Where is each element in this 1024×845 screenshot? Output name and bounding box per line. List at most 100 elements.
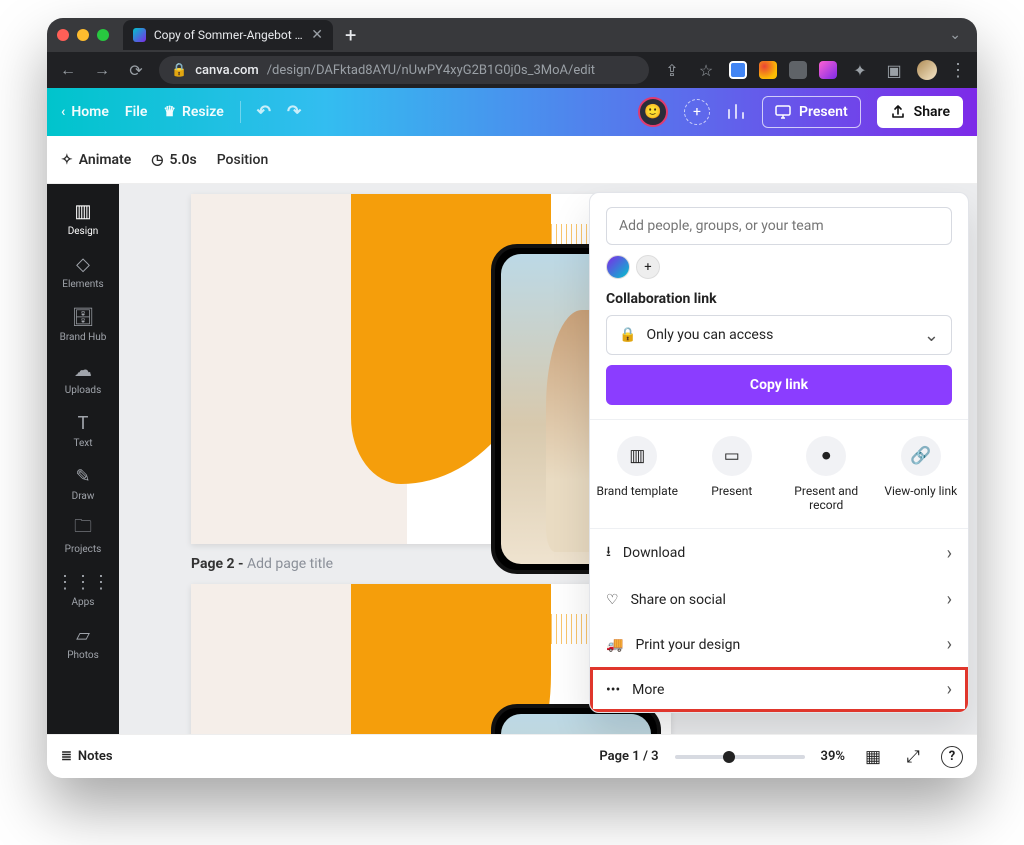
lock-icon: 🔒 [171,63,187,78]
sidebar-item-text[interactable]: TText [47,404,119,457]
extension-icon[interactable] [819,61,837,79]
grid-icon: ⋮⋮⋮ [56,571,110,593]
sidebar-item-draw[interactable]: ✎ Draw [47,457,119,510]
sidebar-item-projects[interactable]: 🗀Projects [47,510,119,563]
address-bar[interactable]: 🔒 canva.com/design/DAFktad8AYU/nUwPY4xyG… [159,56,649,84]
share-panel: + Collaboration link 🔒Only you can acces… [589,192,969,713]
sidebar-item-photos[interactable]: ▱Photos [47,616,119,669]
canvas-area[interactable]: SUM Page 2 - Add page title SOM + [119,184,977,734]
tabs-menu-icon[interactable]: ⌄ [943,27,967,43]
collaborator-avatar[interactable]: 🙂 [638,97,668,127]
extensions-menu-icon[interactable]: ✦ [849,61,871,80]
insights-button[interactable] [726,103,746,121]
new-tab-button[interactable]: + [341,23,360,47]
present-record-button[interactable]: ⏺Present and record [779,420,874,528]
browser-tab[interactable]: Copy of Sommer-Angebot (Pre ✕ [123,20,333,50]
templates-icon: ▥ [74,200,91,222]
extension-icon[interactable] [759,61,777,79]
cloud-upload-icon: ☁ [74,359,92,381]
url-host: canva.com [195,63,259,78]
minimize-window-icon[interactable] [77,29,89,41]
truck-icon: 🚚 [606,637,623,653]
fullscreen-icon[interactable]: ⤢ [901,747,925,767]
position-button[interactable]: Position [217,152,269,168]
page-2-caption[interactable]: Page 2 - Add page title [191,556,333,572]
add-person-button[interactable]: + [636,255,660,279]
image-icon: ▱ [76,624,90,646]
present-button[interactable]: Present [762,96,861,128]
resize-button[interactable]: ♛Resize [163,104,223,120]
add-collaborator-button[interactable]: + [684,99,710,125]
template-icon: ▥ [617,436,657,476]
back-icon[interactable]: ← [57,60,79,80]
extension-icon[interactable] [729,61,747,79]
pencil-icon: ✎ [75,465,90,487]
share-people-input[interactable] [606,207,952,245]
left-sidebar: ▥ Design ◇Elements 🗄 Brand Hub ☁ Uploads TT… [47,184,119,734]
duration-button[interactable]: ◷5.0s [151,152,196,168]
page-2-label-prefix: Page 2 - [191,556,247,572]
url-path: /design/DAFktad8AYU/nUwPY4xyG2B1G0j0s_3M… [267,63,595,78]
sidebar-item-brand-hub[interactable]: 🗄 Brand Hub [47,298,119,351]
sidebar-item-label: Projects [65,544,102,555]
footer-bar: ≣Notes Page 1 / 3 39% ▦ ⤢ ? [47,734,977,778]
body: ▥ Design ◇Elements 🗄 Brand Hub ☁ Uploads TT… [47,184,977,734]
share-social-row[interactable]: ♡Share on social › [590,577,968,622]
grid-view-icon[interactable]: ▦ [861,747,885,767]
briefcase-icon: 🗄 [72,306,95,328]
zoom-value[interactable]: 39% [821,749,845,764]
owner-avatar-icon[interactable] [606,255,630,279]
sidebar-item-apps[interactable]: ⋮⋮⋮Apps [47,563,119,616]
more-row[interactable]: •••More › [590,667,968,712]
zoom-slider[interactable] [675,755,805,759]
context-toolbar: ✧Animate ◷5.0s Position [47,136,977,184]
present-option-button[interactable]: ▭Present [685,420,780,528]
share-avatars: + [606,255,952,279]
notes-button[interactable]: ≣Notes [61,749,113,764]
collab-link-heading: Collaboration link [606,291,952,307]
animate-button[interactable]: ✧Animate [61,152,131,168]
text-icon: T [78,412,89,434]
redo-button[interactable]: ↷ [287,102,301,122]
tab-strip: Copy of Sommer-Angebot (Pre ✕ + ⌄ [47,18,977,52]
help-button[interactable]: ? [941,746,963,768]
page-2-title-placeholder[interactable]: Add page title [247,556,333,572]
sidebar-item-label: Draw [72,491,95,502]
sidebar-item-elements[interactable]: ◇Elements [47,245,119,298]
chart-icon [726,103,746,121]
clock-icon: ◷ [151,152,163,168]
sidebar-item-design[interactable]: ▥ Design [47,192,119,245]
view-only-link-button[interactable]: 🔗View-only link [874,420,969,528]
extension-icon[interactable] [789,61,807,79]
share-button[interactable]: Share [877,96,963,128]
bookmark-icon[interactable]: ☆ [695,61,717,80]
sidebar-item-uploads[interactable]: ☁ Uploads [47,351,119,404]
home-button[interactable]: ‹Home [61,104,109,120]
link-access-select[interactable]: 🔒Only you can access ⌄ [606,315,952,355]
brand-template-button[interactable]: ▥Brand template [590,420,685,528]
undo-button[interactable]: ↶ [257,102,271,122]
sidepanel-icon[interactable]: ▣ [883,61,905,80]
file-menu[interactable]: File [125,104,148,120]
sidebar-item-label: Design [68,226,99,237]
reload-icon[interactable]: ⟳ [125,61,147,80]
download-row[interactable]: ⭳Download › [590,529,968,577]
more-icon: ••• [606,682,620,698]
chrome-menu-icon[interactable]: ⋮ [949,60,967,81]
close-window-icon[interactable] [57,29,69,41]
share-page-icon[interactable]: ⇪ [661,61,683,80]
share-quick-actions: ▥Brand template ▭Present ⏺Present and re… [590,419,968,529]
close-tab-icon[interactable]: ✕ [311,27,323,43]
sidebar-item-label: Brand Hub [60,332,107,343]
print-design-row[interactable]: 🚚Print your design › [590,622,968,667]
browser-window: { "browser": { "tab_title": "Copy of Som… [47,18,977,778]
copy-link-button[interactable]: Copy link [606,365,952,405]
window-controls [57,29,115,41]
profile-avatar-icon[interactable] [917,60,937,80]
forward-icon[interactable]: → [91,60,113,80]
maximize-window-icon[interactable] [97,29,109,41]
tab-title: Copy of Sommer-Angebot (Pre [154,28,303,42]
upload-icon [890,104,906,120]
sidebar-item-label: Uploads [65,385,101,396]
page-indicator[interactable]: Page 1 / 3 [599,749,658,764]
